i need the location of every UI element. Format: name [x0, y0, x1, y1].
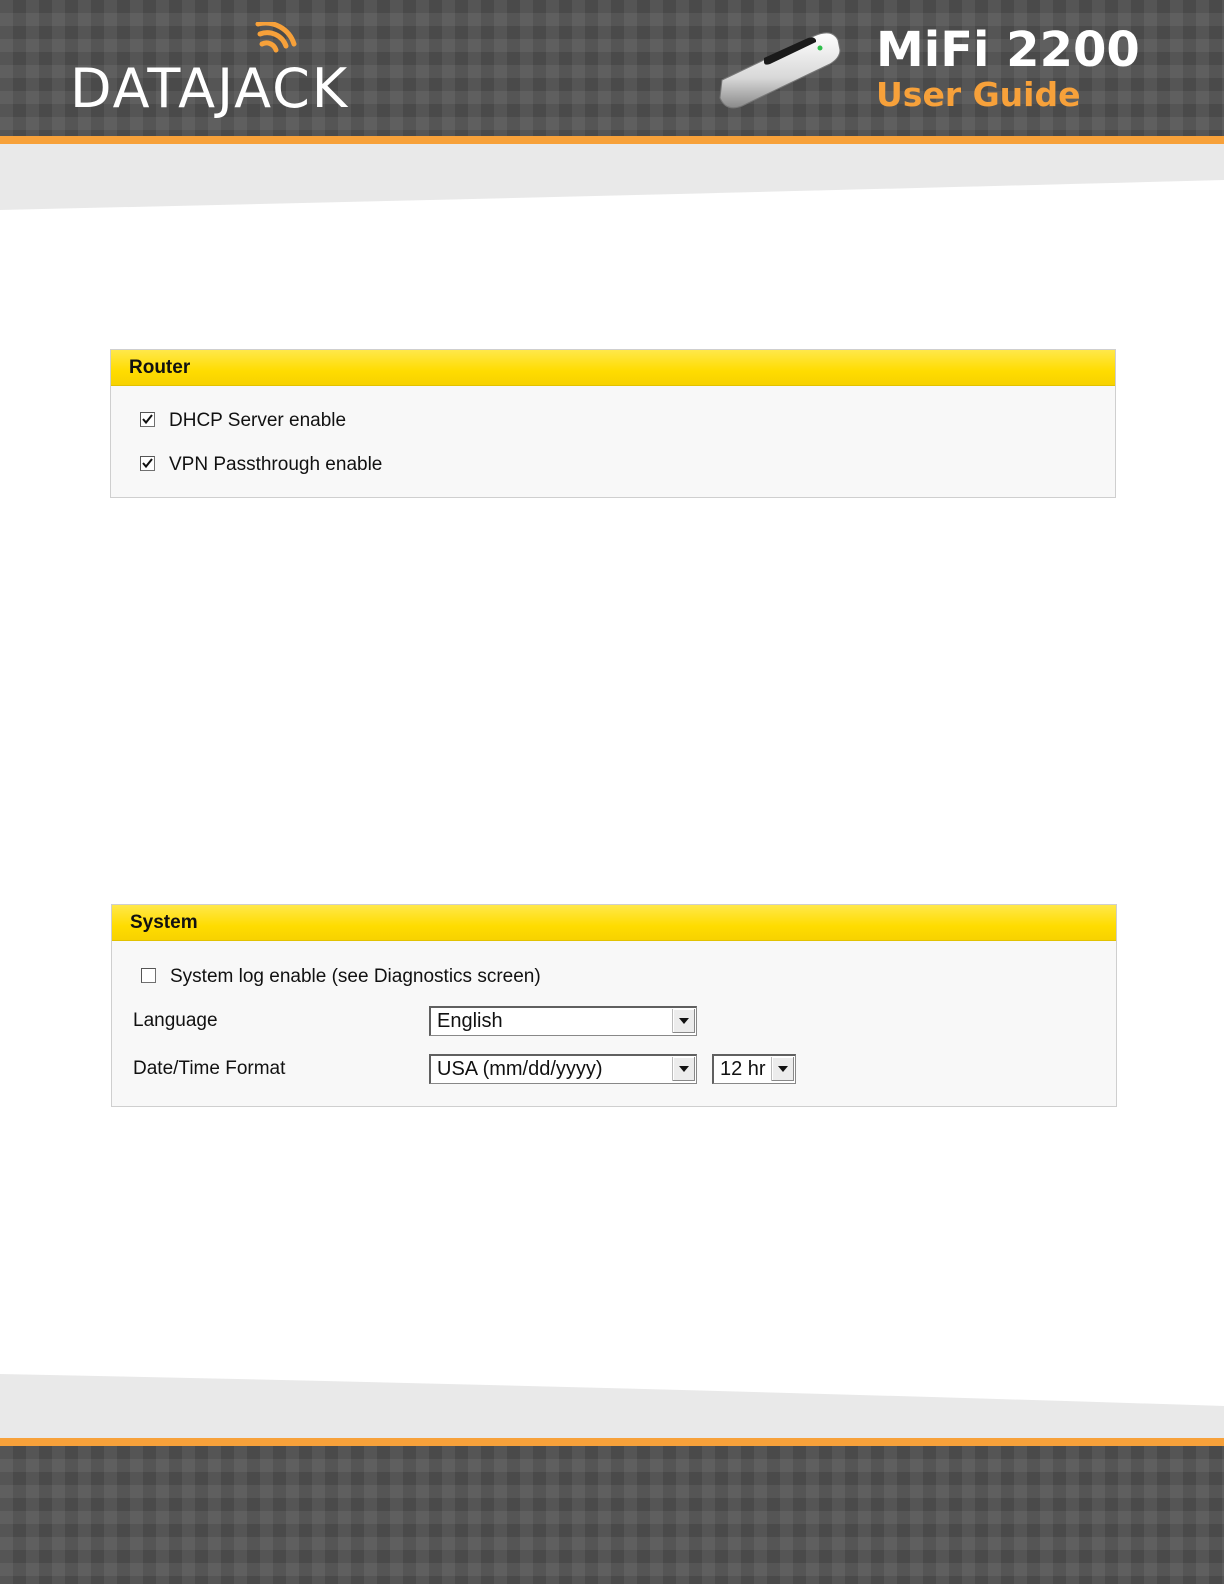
language-dropdown-button[interactable] [672, 1009, 695, 1033]
footer-accent-stripe [0, 1438, 1224, 1446]
header-swoosh [0, 144, 1224, 210]
date-format-selected-value: USA (mm/dd/yyyy) [437, 1058, 603, 1080]
header-accent-stripe [0, 136, 1224, 144]
system-log-checkbox[interactable] [141, 968, 156, 983]
date-format-dropdown-button[interactable] [672, 1057, 695, 1081]
vpn-passthrough-checkbox[interactable] [140, 456, 155, 471]
header-banner: DATAJACK MiFi 2200 User Guide [0, 0, 1224, 136]
language-selected-value: English [437, 1010, 503, 1032]
checkmark-icon [142, 414, 153, 425]
router-panel-title: Router [111, 350, 1115, 386]
language-select[interactable]: English [429, 1006, 697, 1036]
time-format-selected-value: 12 hr [720, 1058, 766, 1080]
datetime-format-label: Date/Time Format [133, 1058, 286, 1079]
system-panel-title: System [112, 905, 1116, 941]
chevron-down-icon [679, 1066, 689, 1072]
router-panel: Router DHCP Server enable VPN Passthroug… [110, 349, 1116, 498]
language-label: Language [133, 1010, 218, 1031]
time-format-dropdown-button[interactable] [771, 1057, 794, 1081]
logo-text: DATAJACK [70, 57, 350, 120]
product-subtitle: User Guide [876, 75, 1081, 114]
dhcp-server-label: DHCP Server enable [169, 410, 347, 431]
system-log-label: System log enable (see Diagnostics scree… [170, 966, 541, 987]
signal-wave-icon [255, 22, 297, 53]
footer-swoosh [0, 1374, 1224, 1438]
chevron-down-icon [679, 1018, 689, 1024]
time-format-select[interactable]: 12 hr [712, 1054, 796, 1084]
product-title: MiFi 2200 [876, 22, 1140, 78]
footer-banner [0, 1446, 1224, 1584]
datajack-logo: DATAJACK [70, 22, 420, 116]
vpn-passthrough-label: VPN Passthrough enable [169, 454, 383, 475]
date-format-select[interactable]: USA (mm/dd/yyyy) [429, 1054, 697, 1084]
dhcp-server-checkbox[interactable] [140, 412, 155, 427]
checkmark-icon [142, 458, 153, 469]
mifi-device-icon [719, 32, 841, 109]
system-panel: System System log enable (see Diagnostic… [111, 904, 1117, 1107]
chevron-down-icon [778, 1066, 788, 1072]
